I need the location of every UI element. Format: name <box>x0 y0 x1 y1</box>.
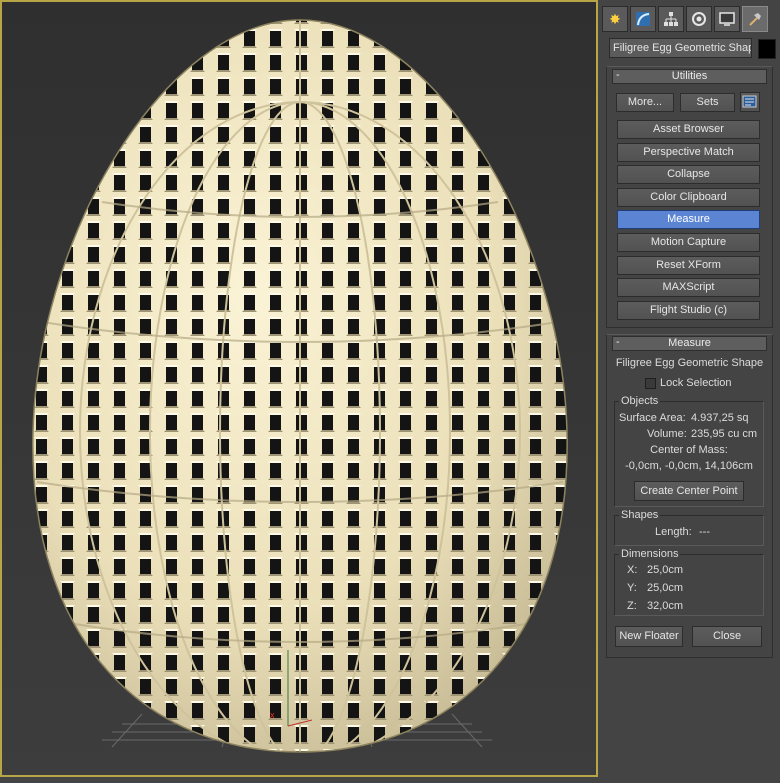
filigree-egg-mesh[interactable] <box>2 2 596 775</box>
length-value: --- <box>699 526 710 538</box>
dimensions-group-title: Dimensions <box>619 548 681 560</box>
utility-button-collapse[interactable]: Collapse <box>617 165 760 185</box>
utilities-rollout-header[interactable]: - Utilities <box>612 69 767 84</box>
dimension-y-label: Y: <box>627 582 637 594</box>
new-floater-button[interactable]: New Floater <box>615 626 683 647</box>
hierarchy-icon <box>664 12 678 26</box>
lock-selection-label: Lock Selection <box>660 377 732 389</box>
utility-button-perspective-match[interactable]: Perspective Match <box>617 142 760 162</box>
utility-button-asset-browser[interactable]: Asset Browser <box>617 120 760 139</box>
surface-area-value: 4.937,25 sq <box>691 412 749 424</box>
hammer-icon <box>749 13 761 26</box>
object-name-field[interactable]: Filigree Egg Geometric Shape <box>609 38 752 58</box>
volume-label: Volume: <box>647 428 687 440</box>
utility-button-flight-studio-c[interactable]: Flight Studio (c) <box>617 300 760 320</box>
center-of-mass-label: Center of Mass: <box>650 444 728 456</box>
shapes-group: Shapes Length: --- <box>614 509 764 546</box>
tab-modify[interactable] <box>630 6 656 32</box>
dimension-z-label: Z: <box>627 600 637 612</box>
measure-rollout-header[interactable]: - Measure <box>612 336 767 351</box>
dimensions-group: Dimensions X: 25,0cm Y: 25,0cm Z: 32,0cm <box>614 548 764 616</box>
configure-sets-button[interactable] <box>740 92 760 112</box>
close-button[interactable]: Close <box>692 626 762 647</box>
utilities-rollout-title: Utilities <box>671 70 708 82</box>
shapes-group-title: Shapes <box>619 509 661 521</box>
measure-rollout: - Measure Filigree Egg Geometric Shape L… <box>606 334 773 658</box>
tab-hierarchy[interactable] <box>658 6 684 32</box>
utility-button-color-clipboard[interactable]: Color Clipboard <box>617 187 760 207</box>
collapse-toggle-icon: - <box>616 336 620 348</box>
command-panel: ✸ Filigree Egg Geometric Shape - Utiliti… <box>600 0 780 783</box>
object-color-swatch[interactable] <box>758 39 776 59</box>
dimension-x-label: X: <box>627 564 638 576</box>
utility-button-motion-capture[interactable]: Motion Capture <box>617 233 760 252</box>
tab-utilities[interactable] <box>742 6 768 32</box>
display-monitor-icon <box>719 12 735 26</box>
dimension-z-value: 32,0cm <box>647 600 684 612</box>
configure-sets-icon <box>742 95 757 108</box>
tab-motion[interactable] <box>686 6 712 32</box>
objects-group: Objects Surface Area: 4.937,25 sq Volume… <box>614 395 764 507</box>
perspective-viewport[interactable]: x <box>0 0 598 777</box>
utility-button-maxscript[interactable]: MAXScript <box>617 278 760 298</box>
dimension-y-value: 25,0cm <box>647 582 684 594</box>
length-label: Length: <box>655 526 692 538</box>
lock-selection-checkbox[interactable] <box>645 378 656 389</box>
utility-button-reset-xform[interactable]: Reset XForm <box>617 255 760 275</box>
dimension-x-value: 25,0cm <box>647 564 684 576</box>
center-of-mass-value: -0,0cm, -0,0cm, 14,106cm <box>625 460 753 472</box>
motion-circle-icon <box>692 12 706 26</box>
sets-button[interactable]: Sets <box>680 93 735 112</box>
create-center-point-button[interactable]: Create Center Point <box>634 481 744 501</box>
utilities-rollout: - Utilities More... Sets Asset Browser Pe… <box>606 66 773 328</box>
more-button[interactable]: More... <box>616 93 674 112</box>
utility-button-measure[interactable]: Measure <box>617 210 760 230</box>
tab-create[interactable]: ✸ <box>602 6 628 32</box>
sun-icon: ✸ <box>609 11 621 27</box>
objects-group-title: Objects <box>619 395 661 407</box>
measured-object-name: Filigree Egg Geometric Shape <box>615 357 764 369</box>
surface-area-label: Surface Area: <box>619 412 686 424</box>
viewport-canvas: x <box>2 2 596 775</box>
tab-display[interactable] <box>714 6 740 32</box>
measure-rollout-title: Measure <box>668 337 711 349</box>
svg-text:x: x <box>270 710 275 720</box>
command-panel-tabs: ✸ <box>600 6 778 34</box>
volume-value: 235,95 cu cm <box>691 428 758 440</box>
modify-arc-icon <box>636 12 650 26</box>
collapse-toggle-icon: - <box>616 69 620 81</box>
